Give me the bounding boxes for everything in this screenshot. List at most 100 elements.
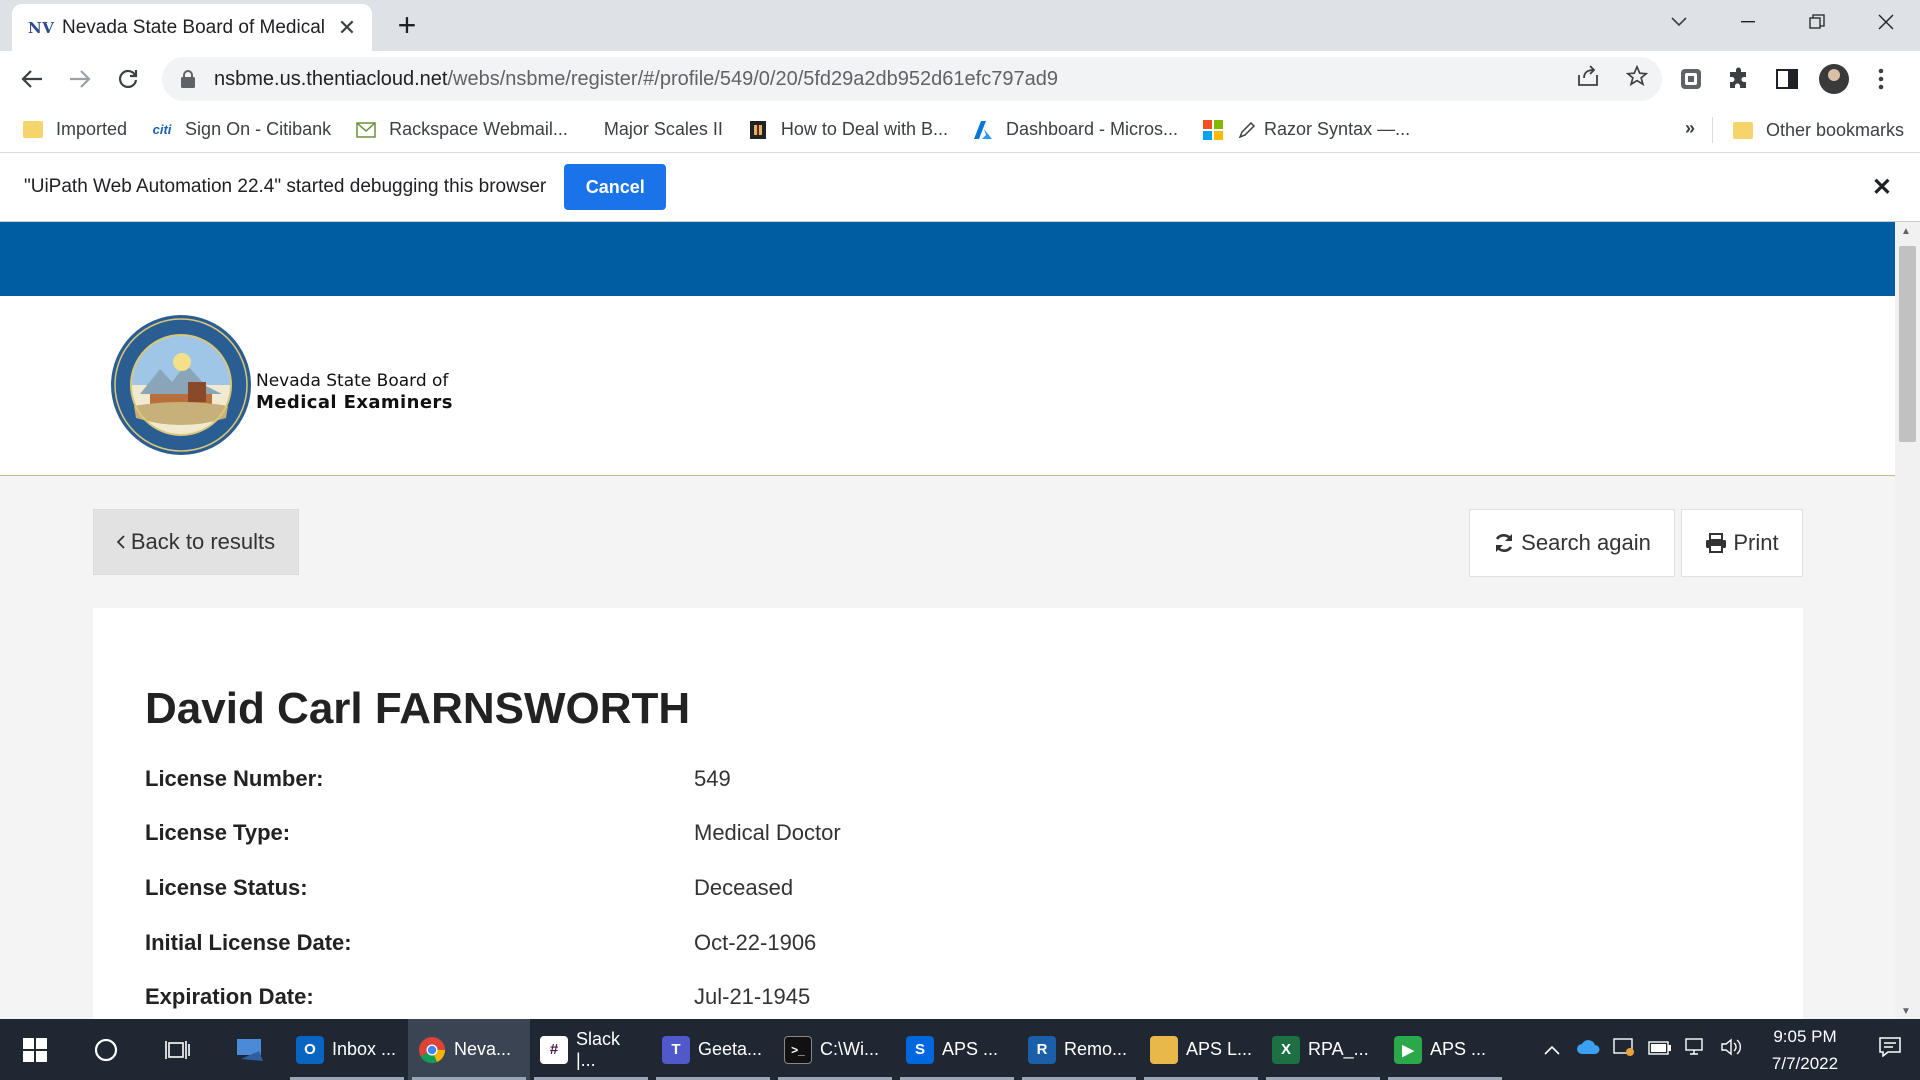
cortana-search-icon[interactable] [70,1019,142,1080]
taskbar-app-label: C:\Wi... [820,1039,879,1059]
window-close-icon[interactable] [1851,0,1920,44]
taskbar-app-slack[interactable]: # Slack |... [530,1019,652,1080]
back-arrow-icon[interactable] [12,59,52,99]
bookmark-dashboard[interactable]: Dashboard - Micros... [972,119,1178,140]
bookmark-rackspace[interactable]: Rackspace Webmail... [355,119,568,140]
search-again-button[interactable]: Search again [1469,509,1675,577]
bookmark-major-scales[interactable]: Major Scales II [604,119,723,140]
licensee-name: David Carl FARNSWORTH [145,684,691,733]
infobar-cancel-button[interactable]: Cancel [564,164,667,210]
field-row-license-type: License Type: Medical Doctor [145,820,1745,850]
minimize-icon[interactable] [1713,0,1782,44]
nevada-state-seal-icon[interactable] [110,314,252,456]
notification-center-icon[interactable] [1860,1036,1920,1063]
uipath-extension-icon[interactable] [1675,63,1707,95]
taskbar-app-uipath-assistant[interactable]: ▶ APS ... [1384,1019,1506,1080]
tray-overflow-chevron-icon[interactable] [1534,1039,1570,1060]
volume-icon[interactable] [1714,1038,1750,1061]
bookmark-label: Imported [56,119,128,139]
infobar-close-icon[interactable]: ✕ [1872,173,1892,202]
taskbar-app-uipath-studio[interactable]: S APS ... [896,1019,1018,1080]
browser-tab-active[interactable]: NV Nevada State Board of Medical E ✕ [12,4,372,51]
field-label: License Number: [145,766,324,791]
taskbar-app-label: Remo... [1064,1039,1128,1059]
taskbar-app-teams[interactable]: T Geeta... [652,1019,774,1080]
field-value: Deceased [694,875,794,900]
profile-avatar[interactable] [1819,64,1849,94]
field-label: Expiration Date: [145,984,314,1009]
taskbar-app-file-explorer[interactable]: APS L... [1140,1019,1262,1080]
cmd-icon: >_ [784,1035,812,1064]
onedrive-cloud-icon[interactable] [1570,1039,1606,1060]
share-icon[interactable] [1576,65,1600,93]
microsoft-icon [1202,119,1224,140]
windows-start-icon[interactable] [0,1019,70,1080]
back-to-results-button[interactable]: Back to results [93,509,299,575]
tab-search-chevron-icon[interactable] [1644,0,1713,44]
side-panel-icon[interactable] [1771,63,1803,95]
task-view-icon[interactable] [142,1019,214,1080]
scroll-down-arrow-icon[interactable]: ▼ [1901,1006,1911,1017]
pinned-desktop-app-icon[interactable] [214,1019,286,1080]
site-brand[interactable]: Nevada State Board of Medical Examiners [256,370,453,414]
other-bookmarks[interactable]: Other bookmarks [1732,107,1904,153]
taskbar-app-chrome[interactable]: Neva... [408,1019,530,1080]
print-button[interactable]: Print [1681,509,1803,577]
clock-time: 9:05 PM [1773,1026,1837,1046]
field-label: License Type: [145,820,291,845]
reload-icon[interactable] [108,59,148,99]
license-profile-card: David Carl FARNSWORTH License Number: 54… [93,608,1803,1019]
bookmark-star-icon[interactable] [1625,64,1649,93]
url-path: /webs/nsbme/register/#/profile/549/0/20/… [447,67,1058,90]
taskbar-clock[interactable]: 9:05 PM 7/7/2022 [1750,1023,1860,1077]
taskbar-app-label: APS L... [1186,1039,1253,1059]
other-bookmarks-label: Other bookmarks [1766,119,1905,140]
field-value: Oct-22-1906 [694,930,817,955]
bookmark-citibank[interactable]: citi Sign On - Citibank [151,119,331,140]
field-value: Jul-21-1945 [694,984,811,1009]
bookmark-label: How to Deal with B... [780,119,948,139]
remote-desktop-icon: R [1028,1035,1056,1064]
address-bar[interactable]: nsbme.us.thentiacloud.net/webs/nsbme/reg… [162,57,1662,101]
taskbar-app-remote-desktop[interactable]: R Remo... [1018,1019,1140,1080]
extensions-puzzle-icon[interactable] [1723,63,1755,95]
azure-icon [972,120,994,140]
refresh-icon [1493,532,1515,554]
taskbar-app-cmd[interactable]: >_ C:\Wi... [774,1019,896,1080]
bookmark-imported[interactable]: Imported [22,119,127,140]
bookmarks-overflow-chevron[interactable]: » [1685,118,1695,139]
search-again-label: Search again [1521,530,1651,555]
omnibox-actions [1576,57,1649,101]
tab-title: Nevada State Board of Medical E [62,16,326,38]
network-icon[interactable] [1678,1038,1714,1061]
new-tab-button[interactable]: + [390,8,424,42]
battery-icon[interactable] [1642,1039,1678,1060]
taskbar-app-label: Geeta... [698,1039,763,1059]
taskbar-app-excel[interactable]: X RPA_... [1262,1019,1384,1080]
scrollbar-thumb[interactable] [1899,246,1916,442]
restore-icon[interactable] [1782,0,1851,44]
chrome-menu-kebab-icon[interactable] [1865,63,1897,95]
forward-arrow-icon[interactable] [60,59,100,99]
system-tray: 9:05 PM 7/7/2022 [1534,1019,1920,1080]
citi-icon: citi [152,122,172,137]
bookmark-how-to-deal[interactable]: How to Deal with B... [747,119,948,140]
lock-icon[interactable] [180,70,196,88]
field-label: License Status: [145,875,308,900]
taskbar-app-label: Neva... [454,1039,512,1059]
bookmark-razor-syntax[interactable]: Razor Syntax —... [1202,119,1410,140]
slack-icon: # [540,1035,568,1064]
outlook-icon: O [296,1035,324,1064]
tab-close-icon[interactable]: ✕ [336,15,358,41]
pen-icon [1236,120,1258,140]
chrome-icon [418,1036,446,1064]
page-viewport: Nevada State Board of Medical Examiners … [0,222,1895,1019]
sync-status-icon[interactable] [1606,1037,1642,1062]
taskbar-app-outlook[interactable]: O Inbox ... [286,1019,408,1080]
page-scrollbar[interactable]: ▲ ▼ [1895,222,1920,1019]
bookmark-label: Dashboard - Micros... [1005,119,1179,139]
scroll-up-arrow-icon[interactable]: ▲ [1901,226,1911,237]
print-label: Print [1733,530,1779,555]
printer-icon [1705,533,1727,553]
field-value: 549 [694,766,731,791]
